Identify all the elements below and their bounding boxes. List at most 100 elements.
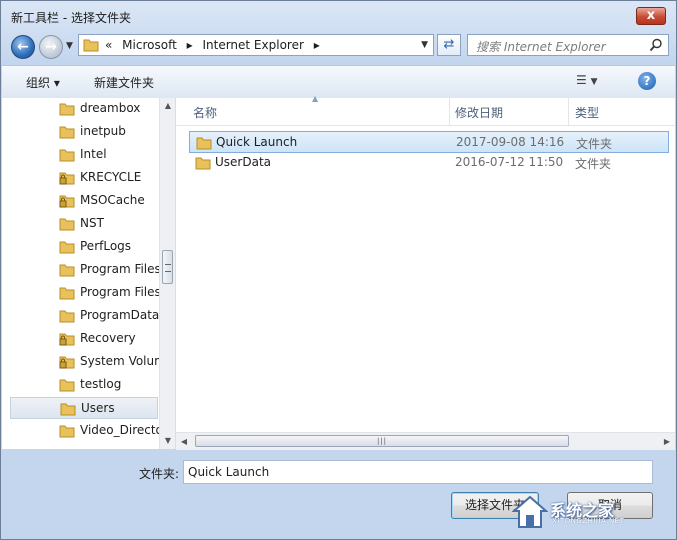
file-name: UserData [215, 155, 272, 169]
tree-item[interactable]: Users [10, 397, 158, 419]
folder-icon [59, 287, 75, 300]
grip-icon [165, 264, 171, 272]
recent-locations-dropdown[interactable]: ▼ [66, 41, 73, 51]
tree-item[interactable]: inetpub [10, 121, 158, 143]
sort-ascending-icon: ▲ [312, 94, 319, 103]
tree-item-label: Intel [80, 147, 107, 161]
scroll-down-button[interactable]: ▼ [160, 433, 175, 449]
tree-item-label: Recovery [80, 331, 136, 345]
tree-item[interactable]: dreambox [10, 98, 158, 120]
column-headers: ▲ 名称 修改日期 类型 [176, 94, 675, 126]
breadcrumb-internet-explorer[interactable]: Internet Explorer [202, 38, 303, 52]
column-divider[interactable] [568, 98, 569, 125]
tree-item[interactable]: Intel [10, 144, 158, 166]
tree-item-label: Users [81, 401, 115, 415]
arrow-right-icon: → [45, 39, 57, 55]
tree-item-label: Program Files [80, 285, 161, 299]
chevron-down-icon: ▼ [590, 77, 598, 87]
folder-icon [59, 149, 75, 162]
file-name: Quick Launch [216, 135, 298, 149]
folder-icon [59, 425, 75, 438]
address-bar[interactable]: « Microsoft ▸ Internet Explorer ▸ ▼ [78, 34, 434, 56]
view-options-button[interactable]: ☰ ▼ [576, 73, 598, 87]
folder-field-label: 文件夹: [139, 467, 180, 481]
tree-item-label: dreambox [80, 101, 141, 115]
tree-item[interactable]: Program Files [10, 259, 161, 281]
scroll-right-button[interactable]: ▶ [659, 433, 675, 450]
forward-button[interactable]: → [39, 35, 63, 59]
dialog-window: 新工具栏 - 选择文件夹 x ← → ▼ « Microsoft ▸ Inter… [0, 0, 677, 540]
search-input[interactable]: 搜索 Internet Explorer [467, 34, 669, 56]
folder-icon [196, 137, 212, 150]
breadcrumb-separator[interactable]: ▸ [187, 38, 193, 52]
breadcrumb: « Microsoft ▸ Internet Explorer ▸ [105, 38, 326, 52]
navigation-pane: dreambox inetpub Intel KRECYCLE MSOCache NST P… [2, 98, 176, 449]
folder-name-input[interactable] [183, 460, 653, 484]
folder-icon [59, 103, 75, 116]
file-row[interactable]: UserData 2016-07-12 11:50 文件夹 [189, 152, 669, 174]
breadcrumb-overflow[interactable]: « [105, 38, 112, 52]
scroll-thumb[interactable]: ||| [195, 435, 569, 447]
column-header-name[interactable]: 名称 [193, 104, 217, 121]
column-header-date[interactable]: 修改日期 [455, 104, 503, 121]
file-type: 文件夹 [576, 137, 613, 151]
address-row: ← → ▼ « Microsoft ▸ Internet Explorer ▸ … [1, 31, 676, 63]
scroll-thumb[interactable] [162, 250, 173, 284]
folder-icon [59, 218, 75, 231]
scroll-left-button[interactable]: ◀ [176, 433, 192, 450]
tree-item-label: MSOCache [80, 193, 145, 207]
tree-item[interactable]: PerfLogs [10, 236, 158, 258]
close-button[interactable]: x [636, 7, 666, 25]
help-icon: ? [643, 74, 651, 88]
chevron-down-icon[interactable]: ▼ [421, 40, 428, 50]
nav-vertical-scrollbar[interactable]: ▲ ▼ [159, 98, 175, 449]
organize-button[interactable]: 组织 ▾ [26, 74, 60, 91]
locked-folder-icon [59, 333, 75, 346]
new-folder-button[interactable]: 新建文件夹 [94, 74, 154, 91]
folder-icon [59, 379, 75, 392]
breadcrumb-microsoft[interactable]: Microsoft [122, 38, 177, 52]
tree-item[interactable]: testlog [10, 374, 158, 396]
tree-item[interactable]: System Volume [10, 351, 173, 373]
tree-item[interactable]: KRECYCLE [10, 167, 158, 189]
folder-icon [195, 157, 211, 170]
file-type: 文件夹 [575, 157, 612, 171]
select-folder-button[interactable]: 选择文件夹 [451, 492, 539, 519]
locked-folder-icon [59, 195, 75, 208]
file-date: 2017-09-08 14:16 [456, 135, 565, 149]
folder-icon [83, 39, 99, 52]
back-button[interactable]: ← [11, 35, 35, 59]
refresh-icon: ⇄ [443, 37, 455, 52]
locked-folder-icon [59, 172, 75, 185]
tree-item[interactable]: Recovery [10, 328, 158, 350]
tree-item[interactable]: ProgramData [10, 305, 160, 327]
help-button[interactable]: ? [638, 72, 656, 90]
tree-item[interactable]: NST [10, 213, 158, 235]
folder-icon [59, 126, 75, 139]
dialog-footer: 文件夹: 选择文件夹 取消 [1, 450, 676, 539]
tree-item-label: ProgramData [80, 308, 160, 322]
column-divider[interactable] [449, 98, 450, 125]
tree-item[interactable]: Video_Director [10, 420, 168, 442]
breadcrumb-separator[interactable]: ▸ [314, 38, 320, 52]
refresh-button[interactable]: ⇄ [437, 34, 461, 56]
view-list-icon: ☰ [576, 73, 587, 87]
tree-item-label: Program Files [80, 262, 161, 276]
file-list-pane: ▲ 名称 修改日期 类型 Quick Launch 2017-09-08 14:1… [176, 94, 675, 450]
column-header-type[interactable]: 类型 [575, 104, 599, 121]
tree-item[interactable]: Program Files [10, 282, 161, 304]
command-toolbar: 组织 ▾ 新建文件夹 ☰ ▼ ? [2, 65, 675, 99]
cancel-button[interactable]: 取消 [567, 492, 653, 519]
search-placeholder: 搜索 Internet Explorer [476, 40, 606, 54]
tree-item-label: inetpub [80, 124, 126, 138]
tree-item-label: Video_Director [80, 423, 168, 437]
file-row[interactable]: Quick Launch 2017-09-08 14:16 文件夹 [189, 131, 669, 153]
tree-item[interactable]: MSOCache [10, 190, 158, 212]
horizontal-scrollbar[interactable]: ◀ ||| ▶ [176, 432, 675, 450]
scroll-up-button[interactable]: ▲ [160, 98, 175, 114]
tree-item-label: testlog [80, 377, 122, 391]
folder-icon [59, 241, 75, 254]
arrow-left-icon: ← [17, 39, 29, 55]
file-date: 2016-07-12 11:50 [455, 155, 564, 169]
title-bar: 新工具栏 - 选择文件夹 x [1, 1, 676, 31]
